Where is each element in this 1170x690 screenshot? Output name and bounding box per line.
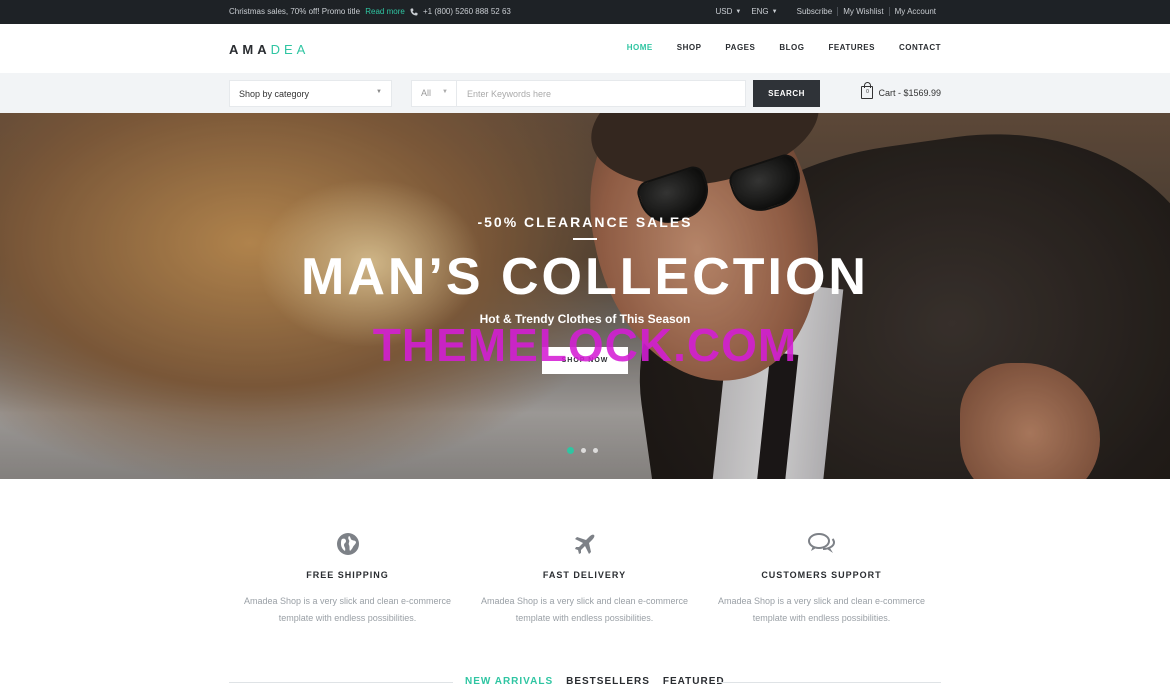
chevron-down-icon: ▼ xyxy=(376,89,382,95)
category-select-label: Shop by category xyxy=(239,89,310,99)
tab-new-arrivals[interactable]: NEW ARRIVALS xyxy=(465,676,553,687)
slider-dot-1[interactable] xyxy=(567,447,574,454)
subscribe-link[interactable]: Subscribe xyxy=(792,7,838,16)
logo-text-right: DEA xyxy=(270,42,310,57)
slider-dot-3[interactable] xyxy=(593,448,598,453)
promo-banner: Christmas sales, 70% off! Promo title Re… xyxy=(229,7,405,16)
nav-contact[interactable]: CONTACT xyxy=(899,43,941,52)
tab-featured[interactable]: FEATURED xyxy=(663,676,725,687)
currency-value: USD xyxy=(715,7,733,16)
search-bar: Shop by category ▼ All ▼ SEARCH 0 Cart -… xyxy=(0,73,1170,113)
feature-description: Amadea Shop is a very slick and clean e-… xyxy=(717,596,926,623)
feature-fast-delivery: FAST DELIVERY Amadea Shop is a very slic… xyxy=(466,530,703,630)
search-scope-label: All xyxy=(421,88,432,98)
nav-blog[interactable]: BLOG xyxy=(779,43,804,52)
feature-title: CUSTOMERS SUPPORT xyxy=(761,570,882,580)
search-input[interactable] xyxy=(458,81,745,106)
site-logo[interactable]: AMADEA xyxy=(229,42,309,57)
chat-bubbles-icon xyxy=(703,530,940,558)
cart-label: Cart - $1569.99 xyxy=(878,87,941,98)
feature-free-shipping: FREE SHIPPING Amadea Shop is a very slic… xyxy=(229,530,466,630)
hero-kicker: -50% CLEARANCE SALES xyxy=(477,214,693,230)
category-select[interactable]: Shop by category ▼ xyxy=(229,80,392,107)
slider-pagination xyxy=(567,447,598,454)
phone-contact: +1 (800) 5260 888 52 63 xyxy=(410,7,511,16)
top-bar: Christmas sales, 70% off! Promo title Re… xyxy=(0,0,1170,24)
top-bar-right: USD ▼ ENG ▼ Subscribe My Wishlist My Acc… xyxy=(715,7,941,16)
tab-bestsellers[interactable]: BESTSELLERS xyxy=(566,676,650,687)
features-row: FREE SHIPPING Amadea Shop is a very slic… xyxy=(229,530,941,630)
shopping-bag-icon: 0 xyxy=(861,82,874,99)
tabs-divider-right xyxy=(717,682,941,683)
promo-read-more-link[interactable]: Read more xyxy=(365,7,405,16)
hero-slider: -50% CLEARANCE SALES MAN’S COLLECTION Ho… xyxy=(0,113,1170,479)
currency-dropdown[interactable]: USD ▼ xyxy=(715,7,741,16)
feature-customers-support: CUSTOMERS SUPPORT Amadea Shop is a very … xyxy=(703,530,940,630)
language-value: ENG xyxy=(751,7,769,16)
tabs-divider-left xyxy=(229,682,453,683)
feature-description: Amadea Shop is a very slick and clean e-… xyxy=(480,596,689,623)
chevron-down-icon: ▼ xyxy=(735,8,742,15)
search-button[interactable]: SEARCH xyxy=(753,80,820,107)
feature-title: FREE SHIPPING xyxy=(306,570,389,580)
phone-number: +1 (800) 5260 888 52 63 xyxy=(423,7,511,16)
nav-home[interactable]: HOME xyxy=(627,43,653,52)
slider-dot-2[interactable] xyxy=(581,448,586,453)
cart-summary[interactable]: 0 Cart - $1569.99 xyxy=(861,82,941,99)
phone-icon xyxy=(410,8,418,15)
product-tabs: NEW ARRIVALS BESTSELLERS FEATURED xyxy=(229,676,941,690)
watermark: THEMELOCK.COM xyxy=(372,319,798,371)
language-dropdown[interactable]: ENG ▼ xyxy=(751,7,777,16)
account-link[interactable]: My Account xyxy=(888,7,941,16)
feature-title: FAST DELIVERY xyxy=(542,570,627,580)
main-nav: HOME SHOP PAGES BLOG FEATURES CONTACT xyxy=(627,43,941,52)
promo-text: Christmas sales, 70% off! Promo title xyxy=(229,7,361,16)
globe-icon xyxy=(229,530,466,558)
tabs-list: NEW ARRIVALS BESTSELLERS FEATURED xyxy=(465,676,725,687)
nav-features[interactable]: FEATURES xyxy=(828,43,875,52)
chevron-down-icon: ▼ xyxy=(771,8,778,15)
airplane-icon xyxy=(466,530,703,558)
wishlist-link[interactable]: My Wishlist xyxy=(837,7,888,16)
logo-text-left: AMA xyxy=(229,42,271,57)
cart-count: 0 xyxy=(866,89,869,95)
nav-shop[interactable]: SHOP xyxy=(677,43,702,52)
hero-divider xyxy=(573,238,597,240)
hero-title: MAN’S COLLECTION xyxy=(301,248,869,306)
chevron-down-icon: ▼ xyxy=(442,89,448,95)
nav-pages[interactable]: PAGES xyxy=(725,43,755,52)
search-scope-select[interactable]: All ▼ xyxy=(412,81,457,106)
site-header: AMADEA HOME SHOP PAGES BLOG FEATURES CON… xyxy=(0,24,1170,73)
search-box: All ▼ xyxy=(411,80,746,107)
feature-description: Amadea Shop is a very slick and clean e-… xyxy=(243,596,452,623)
